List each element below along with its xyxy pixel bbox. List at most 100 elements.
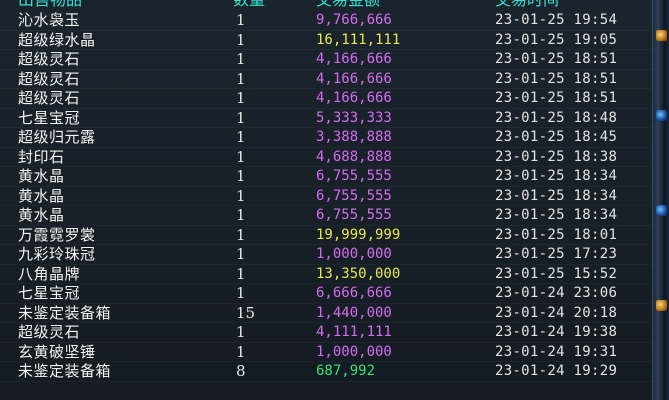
item-quantity: 15 bbox=[236, 303, 256, 322]
item-quantity: 8 bbox=[236, 362, 246, 380]
trade-amount: 6,755,555 bbox=[316, 168, 392, 184]
item-quantity: 1 bbox=[236, 323, 246, 341]
table-row[interactable]: 超级灵石 1 4,166,666 23-01-25 18:51 bbox=[0, 50, 652, 70]
trade-amount: 5,333,333 bbox=[316, 109, 392, 126]
item-name: 玄黄破坚锤 bbox=[18, 342, 96, 361]
item-quantity: 1 bbox=[236, 128, 246, 146]
table-row[interactable]: 超级灵石 1 4,111,111 23-01-24 19:38 bbox=[0, 323, 652, 343]
trade-time: 23-01-25 19:05 bbox=[495, 31, 618, 48]
trade-amount: 6,755,555 bbox=[316, 187, 392, 204]
item-name: 封印石 bbox=[18, 147, 65, 166]
header-amount: 交易金额 bbox=[316, 0, 380, 8]
table-row[interactable]: 八角晶牌 1 13,350,000 23-01-25 15:52 bbox=[0, 265, 652, 285]
table-row[interactable]: 未鉴定装备箱 8 687,992 23-01-24 19:29 bbox=[0, 362, 652, 382]
item-name: 黄水晶 bbox=[18, 206, 65, 224]
item-quantity: 1 bbox=[236, 89, 246, 107]
trade-time: 23-01-25 18:51 bbox=[495, 90, 618, 106]
item-name: 未鉴定装备箱 bbox=[18, 362, 112, 380]
trade-amount: 1,440,000 bbox=[316, 304, 392, 321]
table-row[interactable]: 超级归元露 1 3,388,888 23-01-25 18:45 bbox=[0, 128, 652, 148]
table-row[interactable]: 玄黄破坚锤 1 1,000,000 23-01-24 19:31 bbox=[0, 343, 652, 363]
item-name: 超级归元露 bbox=[18, 128, 96, 146]
trade-amount: 16,111,111 bbox=[316, 31, 401, 48]
trade-amount: 4,166,666 bbox=[316, 90, 392, 106]
item-quantity: 1 bbox=[236, 69, 246, 88]
trade-amount: 4,166,666 bbox=[316, 70, 392, 87]
trade-amount: 13,350,000 bbox=[316, 265, 401, 282]
table-row[interactable]: 七星宝冠 1 5,333,333 23-01-25 18:48 bbox=[0, 109, 652, 129]
trade-time: 23-01-25 19:54 bbox=[495, 12, 618, 28]
trade-time: 23-01-25 18:51 bbox=[495, 51, 618, 67]
trade-time: 23-01-25 18:45 bbox=[495, 129, 618, 145]
table-header: 出售物品 数量 交易金额 交易时间 bbox=[0, 0, 652, 8]
item-name: 未鉴定装备箱 bbox=[18, 303, 112, 322]
item-quantity: 1 bbox=[236, 108, 246, 127]
frame-gem-icon bbox=[656, 205, 667, 216]
trade-time: 23-01-25 15:52 bbox=[495, 265, 618, 282]
table-row[interactable]: 黄水晶 1 6,755,555 23-01-25 18:34 bbox=[0, 206, 652, 226]
trade-time: 23-01-25 18:34 bbox=[495, 168, 618, 184]
trade-amount: 9,766,666 bbox=[316, 12, 392, 28]
item-quantity: 1 bbox=[236, 225, 246, 244]
item-name: 八角晶牌 bbox=[18, 264, 81, 283]
item-quantity: 1 bbox=[236, 147, 246, 166]
frame-gem-icon bbox=[656, 110, 667, 121]
item-quantity: 1 bbox=[236, 167, 246, 185]
table-row[interactable]: 九彩玲珠冠 1 1,000,000 23-01-25 17:23 bbox=[0, 245, 652, 265]
trade-history-panel: 出售物品 数量 交易金额 交易时间 沁水袅玉 1 9,766,666 23-01-25… bbox=[0, 0, 652, 400]
item-name: 黄水晶 bbox=[18, 167, 65, 185]
item-name: 超级灵石 bbox=[18, 50, 81, 68]
table-row[interactable]: 七星宝冠 1 6,666,666 23-01-24 23:06 bbox=[0, 284, 652, 304]
frame-gem-icon bbox=[656, 30, 667, 41]
trade-time: 23-01-25 17:23 bbox=[495, 246, 618, 262]
trade-amount: 4,166,666 bbox=[316, 51, 392, 67]
item-quantity: 1 bbox=[236, 264, 246, 283]
trade-time: 23-01-24 19:29 bbox=[495, 363, 618, 379]
item-name: 七星宝冠 bbox=[18, 108, 81, 127]
item-name: 黄水晶 bbox=[18, 186, 65, 205]
item-name: 超级灵石 bbox=[18, 89, 81, 107]
trade-time: 23-01-25 18:34 bbox=[495, 207, 618, 223]
table-row[interactable]: 超级灵石 1 4,166,666 23-01-25 18:51 bbox=[0, 89, 652, 109]
trade-amount: 6,755,555 bbox=[316, 207, 392, 223]
table-row[interactable]: 黄水晶 1 6,755,555 23-01-25 18:34 bbox=[0, 167, 652, 187]
table-row[interactable]: 封印石 1 4,688,888 23-01-25 18:38 bbox=[0, 148, 652, 168]
item-quantity: 1 bbox=[236, 186, 246, 205]
trade-amount: 687,992 bbox=[316, 363, 376, 379]
header-qty: 数量 bbox=[233, 0, 265, 8]
item-quantity: 1 bbox=[236, 342, 246, 361]
item-name: 超级灵石 bbox=[18, 69, 81, 88]
item-name: 超级灵石 bbox=[18, 323, 81, 341]
trade-amount: 6,666,666 bbox=[316, 285, 392, 301]
header-item: 出售物品 bbox=[18, 0, 82, 8]
trade-list: 沁水袅玉 1 9,766,666 23-01-25 19:54 超级绿水晶 1 16,111… bbox=[0, 11, 652, 382]
trade-amount: 4,111,111 bbox=[316, 324, 392, 340]
trade-time: 23-01-25 18:51 bbox=[495, 70, 618, 87]
table-row[interactable]: 沁水袅玉 1 9,766,666 23-01-25 19:54 bbox=[0, 11, 652, 31]
table-row[interactable]: 万霞霓罗裳 1 19,999,999 23-01-25 18:01 bbox=[0, 226, 652, 246]
trade-amount: 1,000,000 bbox=[316, 343, 392, 360]
frame-gem-icon bbox=[656, 300, 667, 311]
item-quantity: 1 bbox=[236, 284, 246, 302]
item-quantity: 1 bbox=[236, 245, 246, 263]
table-row[interactable]: 未鉴定装备箱 15 1,440,000 23-01-24 20:18 bbox=[0, 304, 652, 324]
header-time: 交易时间 bbox=[495, 0, 559, 8]
trade-time: 23-01-24 20:18 bbox=[495, 304, 618, 321]
trade-time: 23-01-25 18:48 bbox=[495, 109, 618, 126]
item-name: 超级绿水晶 bbox=[18, 30, 96, 49]
trade-amount: 1,000,000 bbox=[316, 246, 392, 262]
trade-time: 23-01-24 19:31 bbox=[495, 343, 618, 360]
trade-time: 23-01-24 19:38 bbox=[495, 324, 618, 340]
table-row[interactable]: 超级绿水晶 1 16,111,111 23-01-25 19:05 bbox=[0, 31, 652, 51]
item-name: 沁水袅玉 bbox=[18, 11, 81, 29]
table-row[interactable]: 超级灵石 1 4,166,666 23-01-25 18:51 bbox=[0, 70, 652, 90]
trade-time: 23-01-25 18:01 bbox=[495, 226, 618, 243]
trade-amount: 19,999,999 bbox=[316, 226, 401, 243]
table-row[interactable]: 黄水晶 1 6,755,555 23-01-25 18:34 bbox=[0, 187, 652, 207]
trade-time: 23-01-24 23:06 bbox=[495, 285, 618, 301]
trade-amount: 3,388,888 bbox=[316, 129, 392, 145]
item-name: 万霞霓罗裳 bbox=[18, 225, 96, 244]
item-quantity: 1 bbox=[236, 50, 246, 68]
item-quantity: 1 bbox=[236, 30, 246, 49]
item-quantity: 1 bbox=[236, 11, 246, 29]
